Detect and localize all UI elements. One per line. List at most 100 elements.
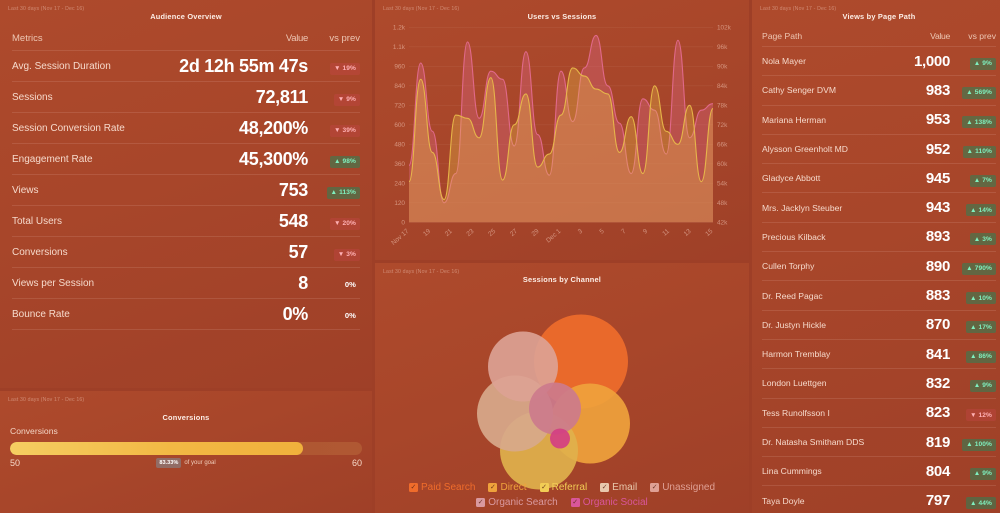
- table-row[interactable]: Views per Session 8 0%: [12, 268, 360, 299]
- table-row[interactable]: Cullen Torphy 890 ▲ 790%: [762, 252, 996, 282]
- metric-name: Views: [12, 184, 39, 196]
- checkbox-icon[interactable]: ✓: [408, 483, 418, 492]
- panel-sessions-by-channel: Last 30 days (Nov 17 - Dec 16) Sessions …: [375, 263, 749, 513]
- col-header-page-path: Page Path: [762, 30, 803, 41]
- table-row[interactable]: Alysson Greenholt MD 952 ▲ 110%: [762, 135, 996, 165]
- table-row[interactable]: Total Users 548 ▼ 20%: [12, 206, 360, 237]
- page-path-name: Cullen Torphy: [762, 261, 815, 272]
- status-badge: ▲ 3%: [969, 233, 996, 246]
- svg-text:66k: 66k: [717, 141, 728, 148]
- table-row[interactable]: Mariana Herman 953 ▲ 138%: [762, 106, 996, 135]
- table-row[interactable]: Dr. Reed Pagac 883 ▲ 10%: [762, 281, 996, 311]
- metric-name: Views per Session: [12, 277, 95, 289]
- table-row[interactable]: Dr. Natasha Smitham DDS 819 ▲ 100%: [762, 428, 996, 458]
- table-row[interactable]: Precious Kilback 893 ▲ 3%: [762, 223, 996, 253]
- metric-name: Bounce Rate: [12, 308, 70, 320]
- table-row[interactable]: Nola Mayer 1,000 ▲ 9%: [762, 47, 996, 77]
- status-badge: ▲ 14%: [965, 204, 996, 217]
- date-range-label: Last 30 days (Nov 17 - Dec 16): [8, 6, 85, 12]
- table-row[interactable]: Harmon Tremblay 841 ▲ 86%: [762, 340, 996, 370]
- table-row[interactable]: Engagement Rate 45,300% ▲ 98%: [12, 144, 360, 175]
- date-range-label-conversions: Last 30 days (Nov 17 - Dec 16): [8, 397, 85, 403]
- table-row[interactable]: Conversions 57 ▼ 3%: [12, 237, 360, 268]
- col-header-value: Value: [930, 30, 950, 41]
- svg-text:23: 23: [466, 228, 476, 239]
- legend-item-referral[interactable]: ✓ Referral: [539, 482, 588, 493]
- table-row[interactable]: Avg. Session Duration 2d 12h 55m 47s ▼ 19%: [12, 51, 360, 82]
- panel-conversions: Last 30 days (Nov 17 - Dec 16) Conversio…: [0, 391, 372, 513]
- legend-item-direct[interactable]: ✓ Direct: [488, 482, 527, 493]
- metric-delta: ▼ 20%: [308, 212, 360, 230]
- gauge-min-label: 50: [10, 458, 21, 468]
- page-path-name: Mrs. Jacklyn Steuber: [762, 202, 843, 213]
- status-badge: ▲ 110%: [962, 145, 996, 158]
- page-path-value: 1,000: [913, 52, 950, 70]
- table-row[interactable]: Lina Cummings 804 ▲ 9%: [762, 457, 996, 487]
- svg-text:102k: 102k: [717, 24, 732, 31]
- metric-name: Engagement Rate: [12, 153, 93, 165]
- table-row[interactable]: Dr. Justyn Hickle 870 ▲ 17%: [762, 311, 996, 340]
- table-row[interactable]: Mrs. Jacklyn Steuber 943 ▲ 14%: [762, 193, 996, 223]
- table-row[interactable]: Bounce Rate 0% 0%: [12, 299, 360, 330]
- checkbox-icon[interactable]: ✓: [476, 498, 486, 507]
- table-row[interactable]: Tess Runolfsson I 823 ▼ 12%: [762, 399, 996, 428]
- table-row[interactable]: Gladyce Abbott 945 ▲ 7%: [762, 164, 996, 194]
- page-path-delta: ▲ 86%: [950, 345, 996, 363]
- checkbox-icon[interactable]: ✓: [488, 483, 498, 492]
- col-header-vsprev: vs prev: [968, 30, 996, 41]
- checkbox-icon[interactable]: ✓: [570, 498, 580, 507]
- checkbox-icon[interactable]: ✓: [600, 483, 610, 492]
- legend-item-unassigned[interactable]: ✓ Unassigned: [650, 482, 715, 493]
- checkbox-icon[interactable]: ✓: [539, 483, 549, 492]
- gauge-percent-badge: 83.33%: [156, 458, 182, 468]
- page-path-value: 893: [925, 228, 950, 246]
- legend-item-organic-social[interactable]: ✓ Organic Social: [570, 497, 648, 508]
- svg-text:25: 25: [487, 228, 497, 239]
- legend-item-organic-search[interactable]: ✓ Organic Search: [476, 497, 558, 508]
- table-row[interactable]: Session Conversion Rate 48,200% ▼ 39%: [12, 113, 360, 144]
- page-path-delta: ▲ 9%: [950, 52, 996, 70]
- legend-label: Referral: [551, 482, 588, 493]
- svg-text:48k: 48k: [717, 200, 728, 207]
- metric-delta: 0%: [308, 274, 360, 292]
- table-row[interactable]: Views 753 ▲ 113%: [12, 175, 360, 206]
- svg-text:840: 840: [394, 83, 405, 90]
- audience-metrics-table: Metrics Value vs prev Avg. Session Durat…: [0, 27, 372, 330]
- svg-text:600: 600: [394, 122, 405, 129]
- table-row[interactable]: Taya Doyle 797 ▲ 44%: [762, 486, 996, 513]
- status-badge: ▲ 9%: [969, 379, 996, 392]
- status-badge: ▲ 17%: [965, 321, 996, 334]
- metric-delta: ▼ 19%: [308, 57, 360, 75]
- table-row[interactable]: Sessions 72,811 ▼ 9%: [12, 82, 360, 113]
- page-path-name: Cathy Senger DVM: [762, 85, 837, 96]
- page-path-delta: ▲ 100%: [950, 433, 996, 451]
- left-column: Last 30 days (Nov 17 - Dec 16) Audience …: [0, 0, 372, 513]
- page-path-value: 945: [925, 169, 950, 187]
- metric-delta: 0%: [308, 305, 360, 323]
- legend-label: Organic Social: [582, 497, 648, 508]
- svg-text:960: 960: [394, 63, 405, 70]
- status-badge: ▲ 44%: [965, 497, 996, 510]
- legend-item-paid-search[interactable]: ✓ Paid Search: [408, 482, 475, 493]
- table-row[interactable]: Cathy Senger DVM 983 ▲ 569%: [762, 76, 996, 106]
- gauge-goal-text: of your goal: [184, 460, 216, 466]
- right-column: Last 30 days (Nov 17 - Dec 16) Views by …: [752, 0, 1000, 513]
- status-badge: ▲ 569%: [962, 86, 996, 99]
- svg-text:42k: 42k: [717, 219, 728, 226]
- metric-delta: ▼ 3%: [308, 243, 360, 261]
- legend-item-email[interactable]: ✓ Email: [600, 482, 637, 493]
- svg-text:0: 0: [401, 219, 405, 226]
- page-path-delta: ▲ 44%: [950, 492, 996, 510]
- page-path-delta: ▲ 569%: [950, 81, 996, 99]
- svg-text:19: 19: [422, 228, 432, 239]
- svg-text:240: 240: [394, 180, 405, 187]
- date-range-label-uvs: Last 30 days (Nov 17 - Dec 16): [383, 6, 460, 12]
- page-path-value: 797: [925, 492, 950, 510]
- table-row[interactable]: London Luettgen 832 ▲ 9%: [762, 369, 996, 399]
- page-path-name: Dr. Justyn Hickle: [762, 319, 826, 330]
- checkbox-icon[interactable]: ✓: [650, 483, 660, 492]
- page-path-name: Gladyce Abbott: [762, 173, 821, 184]
- status-badge: ▼ 39%: [329, 124, 360, 137]
- status-badge: ▲ 7%: [969, 174, 996, 187]
- col-header-metrics: Metrics: [12, 33, 43, 44]
